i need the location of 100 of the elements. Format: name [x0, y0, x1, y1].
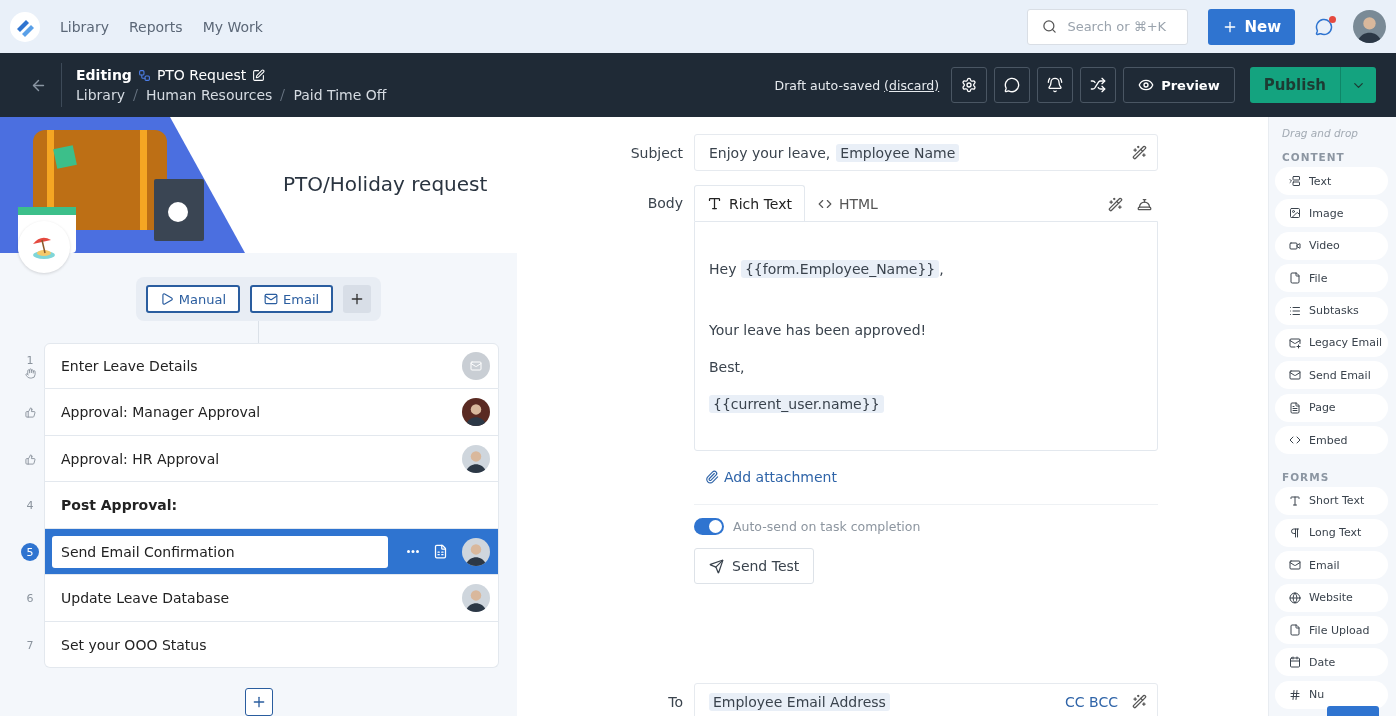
- email-body-editor[interactable]: Hey {{form.Employee_Name}} , Your leave has been approved! Best, {{current_user.name}}: [694, 221, 1158, 451]
- eye-icon: [1138, 77, 1155, 93]
- edit-icon[interactable]: [252, 68, 266, 82]
- discard-link[interactable]: (discard): [884, 77, 940, 93]
- settings-button[interactable]: [951, 67, 988, 103]
- palette-item[interactable]: Subtasks: [1275, 296, 1388, 325]
- beach-badge-icon: [18, 221, 70, 273]
- draft-status: Draft auto-saved: [774, 77, 881, 93]
- pilcrow-icon: [1289, 526, 1301, 539]
- task-row[interactable]: Set your OOO Status: [44, 621, 499, 669]
- palette-item[interactable]: File Upload: [1275, 616, 1388, 645]
- globe-icon: [1289, 591, 1301, 604]
- breadcrumb-link[interactable]: Paid Time Off: [293, 87, 387, 103]
- notification-button[interactable]: [1037, 67, 1074, 103]
- editor-tab[interactable]: Rich Text: [694, 185, 805, 221]
- step-number: 7: [26, 638, 34, 652]
- field-label: Subject: [629, 144, 683, 161]
- preview-button[interactable]: Preview: [1123, 67, 1235, 103]
- new-button[interactable]: New: [1208, 8, 1295, 45]
- add-trigger-button[interactable]: [343, 285, 372, 313]
- add-step-button[interactable]: [244, 688, 273, 716]
- cc-bcc-link[interactable]: CC BCC: [1065, 693, 1118, 710]
- palette-item[interactable]: Embed: [1275, 426, 1388, 455]
- task-title: Approval: Manager Approval: [61, 404, 262, 420]
- page-icon: [1289, 401, 1301, 414]
- palette-item[interactable]: Video: [1275, 231, 1388, 260]
- shuffle-icon: [1090, 77, 1107, 93]
- field-label: To: [667, 693, 683, 710]
- app-logo[interactable]: [10, 11, 40, 42]
- magic-wand-button[interactable]: [1108, 197, 1123, 212]
- magic-wand-icon: [1132, 145, 1147, 160]
- palette-item[interactable]: Date: [1275, 648, 1388, 677]
- palette-item[interactable]: Nu: [1275, 680, 1388, 709]
- more-button[interactable]: [407, 550, 419, 553]
- settings-icon: [961, 77, 978, 93]
- task-title-field[interactable]: Send Email Confirmation: [52, 535, 388, 568]
- palette-item[interactable]: Text: [1275, 167, 1388, 195]
- search-icon: [1042, 19, 1058, 34]
- thumbs-up-icon: [24, 453, 36, 465]
- more-icon: [407, 550, 419, 553]
- palette-item[interactable]: File: [1275, 264, 1388, 293]
- messages-button[interactable]: [1315, 17, 1333, 36]
- field-label: Body: [646, 195, 683, 211]
- trigger-button[interactable]: Manual: [145, 285, 241, 313]
- nav-link[interactable]: My Work: [202, 18, 263, 35]
- magic-wand-button[interactable]: [1132, 694, 1147, 709]
- publish-button[interactable]: Publish: [1249, 67, 1340, 103]
- breadcrumb-link[interactable]: Human Resources: [145, 87, 273, 103]
- search-placeholder: Search or ⌘+K: [1067, 19, 1167, 34]
- breadcrumb-link[interactable]: Library: [76, 87, 125, 103]
- sheet-button[interactable]: [433, 544, 448, 559]
- palette-item[interactable]: Website: [1275, 583, 1388, 612]
- nav-link[interactable]: Reports: [128, 18, 183, 35]
- task-row[interactable]: Approval: HR Approval: [44, 435, 499, 483]
- task-row[interactable]: Update Leave Database: [44, 575, 499, 622]
- palette-item[interactable]: Legacy Email: [1275, 328, 1388, 357]
- palette-item[interactable]: Send Email: [1275, 361, 1388, 390]
- magic-wand-icon: [1132, 694, 1147, 709]
- palette-item[interactable]: Long Text: [1275, 518, 1388, 547]
- subject-field[interactable]: Enjoy your leave, Employee Name: [694, 134, 1158, 171]
- avatar: [462, 537, 490, 566]
- toggle-label: Auto-send on task completion: [733, 519, 921, 534]
- task-row[interactable]: Enter Leave Details: [44, 342, 499, 390]
- mail-icon: [1289, 559, 1301, 572]
- mail-icon: [1289, 369, 1301, 382]
- chat-bubble-icon: [1315, 17, 1333, 36]
- chat-bubble-icon: [1004, 77, 1021, 93]
- thumbs-up-icon: [24, 407, 36, 418]
- palette-section-title: CONTENT: [1282, 151, 1346, 163]
- task-row[interactable]: Approval: Manager Approval: [44, 389, 499, 436]
- bell-button[interactable]: [1137, 197, 1152, 212]
- to-field[interactable]: Employee Email Address CC BCC: [694, 683, 1158, 716]
- calendar-icon: [1289, 656, 1301, 669]
- step-number: 6: [26, 592, 34, 605]
- trigger-button[interactable]: Email: [250, 285, 334, 313]
- palette-item[interactable]: Image: [1275, 199, 1388, 228]
- palette-item[interactable]: Short Text: [1275, 486, 1388, 515]
- variable-token: Employee Name: [836, 143, 960, 162]
- send-test-button[interactable]: Send Test: [694, 548, 815, 584]
- auto-send-toggle[interactable]: [694, 518, 724, 535]
- task-title: Update Leave Database: [61, 590, 231, 606]
- comments-button[interactable]: [994, 67, 1031, 103]
- task-row[interactable]: Send Email Confirmation: [44, 528, 499, 576]
- avatar: [1353, 10, 1386, 43]
- palette-item[interactable]: Page: [1275, 393, 1388, 422]
- add-attachment-link[interactable]: Add attachment: [705, 469, 1158, 485]
- hash-icon: [1289, 688, 1301, 701]
- text-icon: [707, 196, 722, 211]
- bell-icon: [1047, 77, 1064, 93]
- play-icon: [159, 292, 174, 306]
- image-icon: [1289, 207, 1301, 220]
- step-number: 4: [26, 499, 34, 512]
- mail-icon: [264, 292, 279, 306]
- palette-section-title: FORMS: [1282, 470, 1331, 483]
- nav-link[interactable]: Library: [60, 18, 109, 35]
- palette-item[interactable]: Email: [1275, 551, 1388, 580]
- task-row[interactable]: Post Approval:: [44, 482, 499, 529]
- magic-wand-button[interactable]: [1132, 145, 1147, 160]
- shuffle-button[interactable]: [1080, 67, 1117, 103]
- paperclip-icon: [705, 470, 719, 484]
